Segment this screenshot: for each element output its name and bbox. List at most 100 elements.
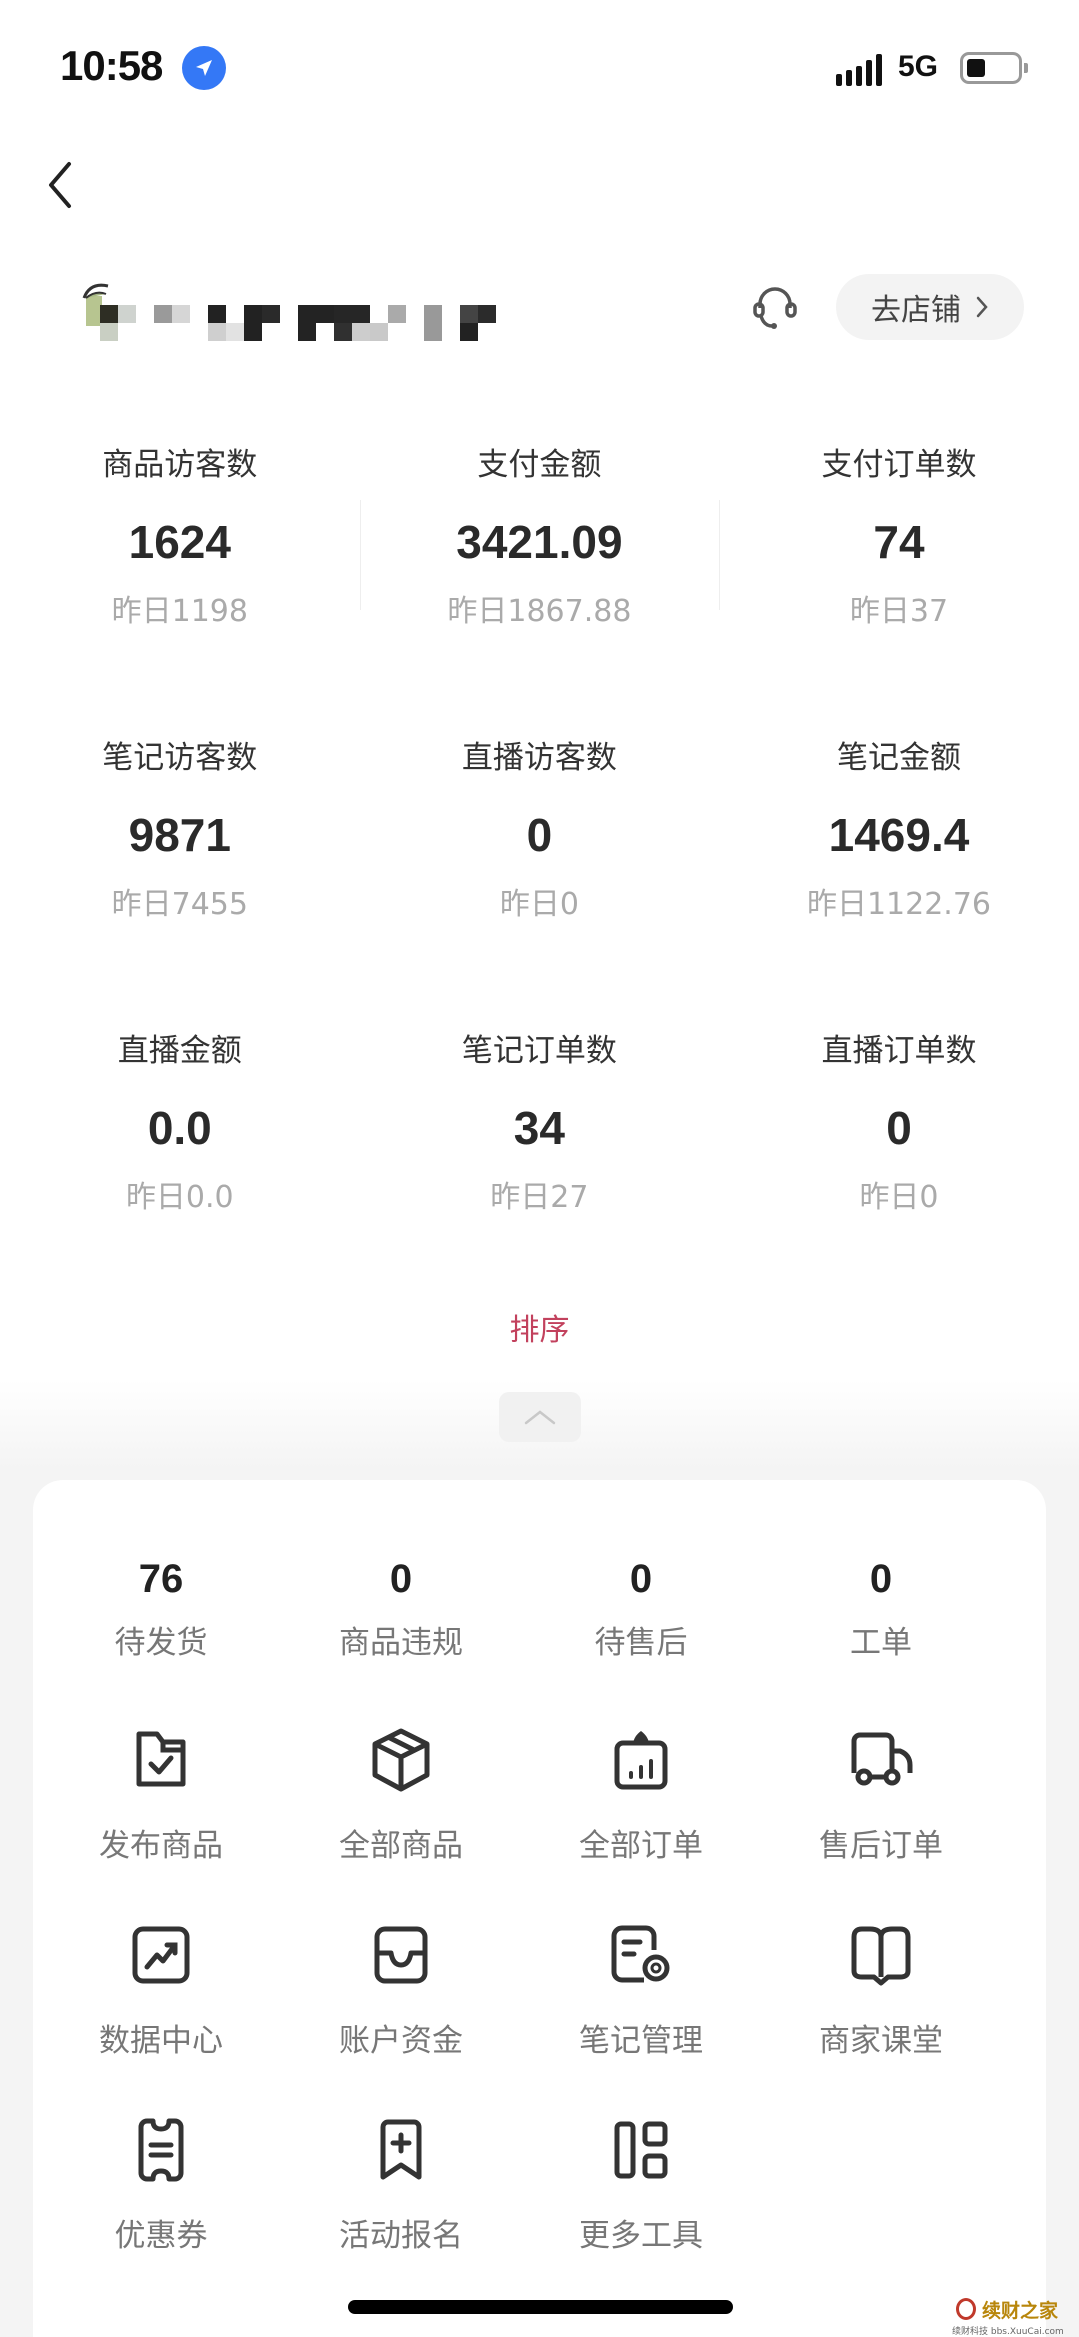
stat-value: 0.0 [147,1102,212,1154]
count-label: 商品违规 [339,1625,463,1661]
tool-label: 全部商品 [339,1828,463,1864]
customer-service-button[interactable] [752,282,798,332]
shop-header: 去店铺 [0,260,1079,370]
count-label: 工单 [850,1625,912,1661]
tool-all-products[interactable]: 全部商品 [281,1725,521,1920]
box-icon [372,1728,430,1792]
sort-button[interactable]: 排序 [0,1305,1079,1349]
tool-label: 更多工具 [579,2218,703,2254]
open-book-icon [851,1926,911,1986]
chevron-left-icon [49,162,71,208]
folder-check-icon [136,1731,186,1787]
trend-chart-icon [132,1926,190,1984]
clipboard-chart-icon [614,1731,668,1790]
count-pending-shipment[interactable]: 76 待发货 [41,1550,281,1668]
tool-all-orders[interactable]: 全部订单 [521,1725,761,1920]
todo-counts: 76 待发货 0 商品违规 0 待售后 0 工单 [33,1550,1046,1668]
headset-icon [753,287,797,329]
signal-bars-icon [836,54,882,86]
tools-grid: 发布商品 全部商品 全部订单 售后订单 数据中心 账户资金 笔记管理 商家课堂 … [33,1725,1046,2310]
stats-row: 直播金额 0.0 昨日0.0 笔记订单数 34 昨日27 直播订单数 0 昨日0 [0,1026,1079,1319]
tool-publish-product[interactable]: 发布商品 [41,1725,281,1920]
tools-row: 发布商品 全部商品 全部订单 售后订单 [33,1725,1046,1920]
tool-account-funds[interactable]: 账户资金 [281,1920,521,2115]
grid-layout-icon [614,2121,668,2179]
stats-row: 商品访客数 1624 昨日1198 支付金额 3421.09 昨日1867.88… [0,440,1079,733]
truck-icon [851,1732,913,1786]
collapse-button[interactable] [499,1392,581,1442]
status-time: 10:58 [60,42,163,89]
watermark-logo-icon [956,2298,976,2320]
tool-label: 全部订单 [579,1828,703,1864]
stat-label: 直播访客数 [461,740,617,776]
stat-live-amount[interactable]: 直播金额 0.0 昨日0.0 [0,1026,360,1319]
tools-row: 优惠券 活动报名 更多工具 [33,2115,1046,2310]
count-value: 0 [869,1557,893,1601]
count-value: 76 [138,1557,184,1601]
count-label: 待售后 [594,1625,688,1661]
stat-value: 0 [886,1102,912,1154]
tool-label: 商家课堂 [819,2023,943,2059]
tool-label: 笔记管理 [579,2023,703,2059]
stat-payment-orders[interactable]: 支付订单数 74 昨日37 [719,440,1079,733]
tool-label: 数据中心 [99,2023,223,2059]
stat-live-visitors[interactable]: 直播访客数 0 昨日0 [360,733,720,1026]
tool-label: 发布商品 [99,1828,223,1864]
stat-yesterday: 昨日0 [859,1180,939,1215]
count-label: 待发货 [114,1625,208,1661]
count-value: 0 [629,1557,653,1601]
stat-product-visitors[interactable]: 商品访客数 1624 昨日1198 [0,440,360,733]
stat-value: 3421.09 [456,516,623,568]
stat-label: 直播订单数 [821,1033,977,1069]
stat-value: 1469.4 [828,809,970,861]
tool-event-signup[interactable]: 活动报名 [281,2115,521,2310]
tool-aftersale-orders[interactable]: 售后订单 [761,1725,1001,1920]
stat-note-amount[interactable]: 笔记金额 1469.4 昨日1122.76 [719,733,1079,1026]
go-to-store-label: 去店铺 [871,293,961,328]
stat-note-visitors[interactable]: 笔记访客数 9871 昨日7455 [0,733,360,1026]
stat-value: 1624 [128,516,231,568]
stat-value: 74 [873,516,925,568]
stats-grid: 商品访客数 1624 昨日1198 支付金额 3421.09 昨日1867.88… [0,440,1079,1319]
network-type: 5G [898,50,939,83]
stat-yesterday: 昨日1122.76 [806,887,992,922]
document-gear-icon [611,1925,670,1983]
watermark-title: 续财之家 [982,2300,1059,2322]
tool-coupons[interactable]: 优惠券 [41,2115,281,2310]
stat-label: 支付订单数 [821,447,977,483]
stat-label: 支付金额 [477,447,602,483]
location-arrow-icon [182,46,226,90]
stat-label: 笔记金额 [836,740,961,776]
tools-row: 数据中心 账户资金 笔记管理 商家课堂 [33,1920,1046,2115]
home-indicator[interactable] [348,2300,733,2314]
go-to-store-button[interactable]: 去店铺 [836,274,1024,340]
stat-yesterday: 昨日0 [499,887,579,922]
tool-note-management[interactable]: 笔记管理 [521,1920,761,2115]
stat-value: 34 [513,1102,565,1154]
status-bar: 10:58 5G [0,0,1079,130]
count-pending-aftersale[interactable]: 0 待售后 [521,1550,761,1668]
tool-data-center[interactable]: 数据中心 [41,1920,281,2115]
count-value: 0 [389,1557,413,1601]
stat-note-orders[interactable]: 笔记订单数 34 昨日27 [360,1026,720,1319]
tool-more-tools[interactable]: 更多工具 [521,2115,761,2310]
stat-label: 商品访客数 [102,447,258,483]
stat-yesterday: 昨日27 [490,1180,589,1215]
count-tickets[interactable]: 0 工单 [761,1550,1001,1668]
stat-payment-amount[interactable]: 支付金额 3421.09 昨日1867.88 [359,440,720,733]
stat-yesterday: 昨日7455 [111,887,248,922]
stat-label: 笔记访客数 [102,740,258,776]
stat-yesterday: 昨日1198 [111,594,248,629]
stats-row: 笔记访客数 9871 昨日7455 直播访客数 0 昨日0 笔记金额 1469.… [0,733,1079,1026]
stat-value: 9871 [128,809,231,861]
tool-label: 售后订单 [819,1828,943,1864]
battery-icon [960,52,1028,84]
tools-card: 76 待发货 0 商品违规 0 待售后 0 工单 发布商品 全部商品 全部订单 … [33,1480,1046,2337]
tool-label: 优惠券 [114,2218,208,2254]
count-product-violations[interactable]: 0 商品违规 [281,1550,521,1668]
back-button[interactable] [30,150,90,220]
tool-label: 活动报名 [339,2218,463,2254]
tool-merchant-class[interactable]: 商家课堂 [761,1920,1001,2115]
stat-yesterday: 昨日0.0 [125,1180,234,1215]
stat-live-orders[interactable]: 直播订单数 0 昨日0 [719,1026,1079,1319]
